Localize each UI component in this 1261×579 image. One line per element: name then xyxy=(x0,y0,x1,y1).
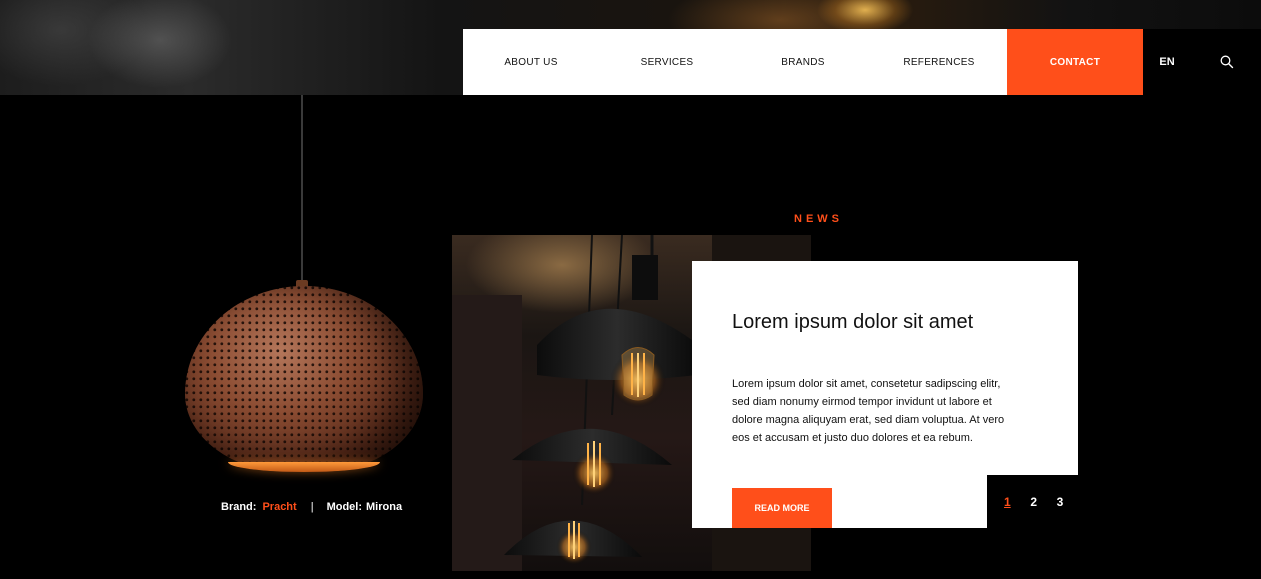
page-2-link[interactable]: 2 xyxy=(1030,495,1056,509)
brand-label: Brand: xyxy=(221,501,257,513)
news-pagination: 1 2 3 xyxy=(987,475,1083,528)
news-body: Lorem ipsum dolor sit amet, consetetur s… xyxy=(732,378,1005,444)
read-more-button[interactable]: READ MORE xyxy=(732,488,832,528)
page-3-link[interactable]: 3 xyxy=(1057,495,1083,509)
nav-item-contact[interactable]: CONTACT xyxy=(1007,29,1143,95)
nav-item-references[interactable]: REFERENCES xyxy=(871,29,1007,95)
copper-pendant-lamp xyxy=(185,286,423,472)
brand-link[interactable]: Pracht xyxy=(262,501,296,513)
main-navigation: ABOUT US SERVICES BRANDS REFERENCES CONT… xyxy=(463,29,1143,95)
news-title: Lorem ipsum dolor sit amet xyxy=(732,311,974,333)
model-value: Mirona xyxy=(366,501,403,513)
product-caption: Brand: Pracht | Model: Mirona xyxy=(221,501,402,513)
caption-separator: | xyxy=(310,501,314,513)
news-section-label: NEWS xyxy=(794,213,843,225)
model-label: Model: xyxy=(326,501,363,513)
lamp-cord xyxy=(301,95,303,285)
nav-item-brands[interactable]: BRANDS xyxy=(735,29,871,95)
search-icon[interactable] xyxy=(1219,54,1235,70)
nav-item-about-us[interactable]: ABOUT US xyxy=(463,29,599,95)
language-switch[interactable]: EN xyxy=(1143,56,1191,68)
nav-item-services[interactable]: SERVICES xyxy=(599,29,735,95)
lamp-glow xyxy=(228,462,380,472)
nav-utilities: EN xyxy=(1143,29,1261,95)
page-1-link[interactable]: 1 xyxy=(1004,495,1030,509)
